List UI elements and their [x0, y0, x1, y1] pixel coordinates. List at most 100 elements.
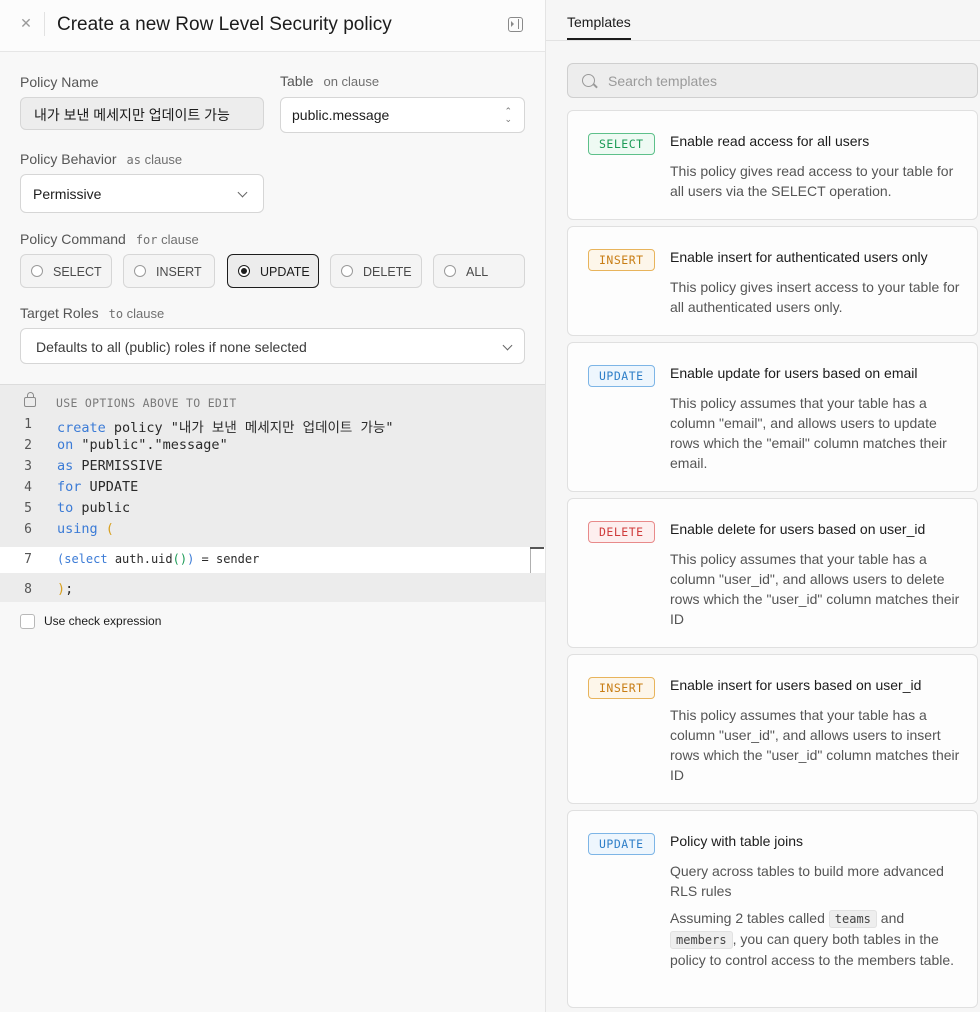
template-card[interactable]: SELECT Enable read access for all users …: [567, 110, 978, 220]
tab-bar-divider: [546, 40, 980, 41]
search-input[interactable]: [608, 72, 968, 90]
code-text: "public"."message": [73, 437, 228, 453]
editable-code-row[interactable]: 7 (select auth.uid()) = sender: [0, 547, 545, 573]
template-card[interactable]: UPDATE Enable update for users based on …: [567, 342, 978, 492]
code-text: ;: [65, 581, 74, 597]
code-keyword: for: [57, 479, 82, 495]
code-line-2: on "public"."message": [57, 437, 228, 453]
command-option-update[interactable]: UPDATE: [227, 254, 319, 288]
code-line-8: );: [57, 581, 73, 597]
template-title: Enable insert for authenticated users on…: [670, 249, 928, 265]
inline-code: teams: [828, 910, 877, 928]
template-card[interactable]: INSERT Enable insert for users based on …: [567, 654, 978, 804]
template-title: Enable update for users based on email: [670, 365, 918, 381]
code-line-1: create policy "내가 보낸 메세지만 업데이트 가능": [57, 416, 393, 436]
line-number: 1: [24, 417, 32, 432]
command-option-label: ALL: [466, 265, 489, 279]
table-select[interactable]: public.message ⌃ ⌄: [280, 97, 525, 133]
roles-label: Target Roles to clause: [20, 305, 164, 321]
search-box[interactable]: [567, 63, 978, 98]
template-badge: SELECT: [588, 133, 655, 155]
command-option-insert[interactable]: INSERT: [123, 254, 215, 288]
code-keyword: on: [57, 437, 74, 453]
template-badge: UPDATE: [588, 365, 655, 387]
template-badge: INSERT: [588, 249, 655, 271]
command-sub-code: for: [135, 233, 158, 247]
code-line-7[interactable]: (select auth.uid()) = sender: [57, 552, 259, 566]
code-keyword: create: [57, 420, 106, 436]
inline-code: members: [670, 931, 733, 949]
chevron-down-icon: [502, 340, 513, 351]
code-keyword: to: [57, 500, 74, 516]
table-label: Table on clause: [280, 73, 379, 89]
template-card[interactable]: INSERT Enable insert for authenticated u…: [567, 226, 978, 336]
command-label: Policy Command for clause: [20, 231, 199, 247]
radio-selected-icon: [238, 265, 250, 277]
code-paren: (: [105, 521, 114, 537]
command-option-label: SELECT: [53, 265, 102, 279]
code-paren: (): [172, 552, 188, 566]
template-desc: This policy gives insert access to your …: [670, 279, 960, 315]
template-desc: This policy gives read access to your ta…: [670, 163, 954, 199]
roles-select[interactable]: Defaults to all (public) roles if none s…: [20, 328, 525, 364]
table-select-value: public.message: [292, 107, 390, 123]
close-icon[interactable]: ✕: [18, 14, 34, 32]
behavior-sub-code: as: [126, 153, 141, 167]
template-card[interactable]: DELETE Enable delete for users based on …: [567, 498, 978, 648]
line-number: 8: [24, 582, 32, 597]
command-sub-text: clause: [161, 232, 199, 247]
chevron-down-icon: [237, 187, 248, 198]
template-title: Enable read access for all users: [670, 133, 870, 149]
line-number: 6: [24, 522, 32, 537]
tab-templates[interactable]: Templates: [567, 14, 631, 30]
radio-icon: [134, 265, 146, 277]
radio-icon: [444, 265, 456, 277]
use-check-expression-checkbox[interactable]: [20, 614, 35, 629]
code-line-5: to public: [57, 500, 130, 516]
roles-sub-code: to: [108, 307, 124, 321]
line-number: 3: [24, 459, 32, 474]
code-line-6: using (: [57, 521, 114, 537]
line-number: 5: [24, 501, 32, 516]
command-option-delete[interactable]: DELETE: [330, 254, 422, 288]
line-number: 4: [24, 480, 32, 495]
policy-editor-panel: ✕ Create a new Row Level Security policy…: [0, 0, 546, 1012]
sql-editor[interactable]: USE OPTIONS ABOVE TO EDIT 1 create polic…: [0, 384, 545, 602]
behavior-select[interactable]: Permissive: [20, 174, 264, 213]
template-badge: INSERT: [588, 677, 655, 699]
template-badge: UPDATE: [588, 833, 655, 855]
template-title: Enable insert for users based on user_id: [670, 677, 922, 693]
search-icon: [582, 74, 595, 87]
command-option-select[interactable]: SELECT: [20, 254, 112, 288]
template-badge: DELETE: [588, 521, 655, 543]
code-line-3: as PERMISSIVE: [57, 458, 163, 474]
code-keyword: using: [57, 521, 98, 537]
template-desc-text: Assuming 2 tables called: [670, 910, 825, 926]
template-card[interactable]: UPDATE Policy with table joins Query acr…: [567, 810, 978, 1008]
roles-sub-text: clause: [126, 306, 165, 321]
roles-select-placeholder: Defaults to all (public) roles if none s…: [36, 339, 307, 355]
template-desc: This policy assumes that your table has …: [670, 551, 960, 627]
command-option-label: DELETE: [363, 265, 412, 279]
code-text: UPDATE: [81, 479, 139, 495]
template-desc-extra: Assuming 2 tables called teams and membe…: [670, 908, 965, 970]
template-desc-text: and: [880, 910, 905, 926]
policy-name-input[interactable]: 내가 보낸 메세지만 업데이트 가능: [20, 97, 264, 130]
editor-cursor: [530, 547, 544, 573]
code-text: PERMISSIVE: [73, 458, 163, 474]
line-number: 2: [24, 438, 32, 453]
behavior-label-text: Policy Behavior: [20, 151, 117, 167]
code-paren: ): [57, 581, 66, 597]
toggle-panel-icon[interactable]: [508, 17, 523, 32]
command-option-all[interactable]: ALL: [433, 254, 525, 288]
radio-icon: [31, 265, 43, 277]
table-label-text: Table: [280, 73, 314, 89]
behavior-sub-text: clause: [144, 152, 183, 167]
line-number: 7: [24, 552, 32, 567]
lock-icon: [24, 392, 36, 407]
template-desc: Query across tables to build more advanc…: [670, 863, 944, 899]
code-keyword: as: [57, 458, 74, 474]
use-check-expression-label: Use check expression: [44, 614, 162, 628]
behavior-select-value: Permissive: [33, 186, 102, 202]
chevron-updown-icon: ⌃ ⌄: [504, 106, 512, 124]
